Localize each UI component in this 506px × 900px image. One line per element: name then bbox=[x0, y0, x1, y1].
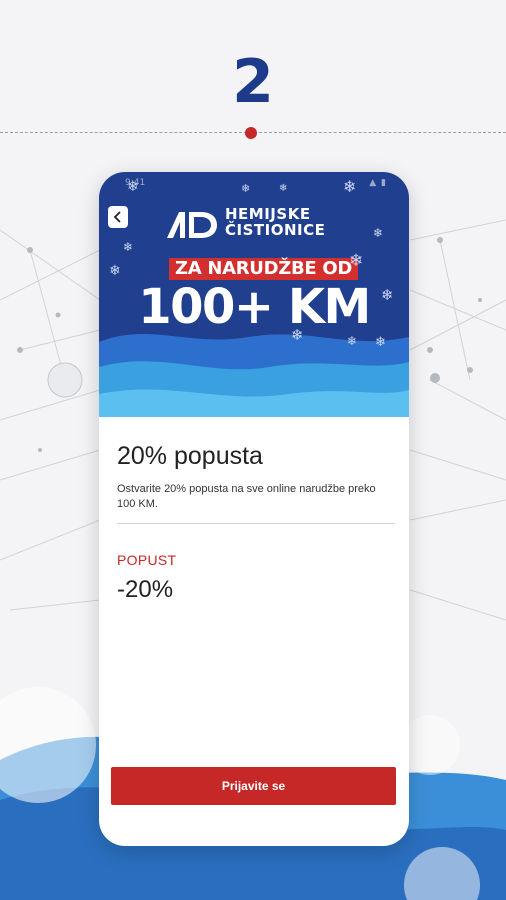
login-button[interactable]: Prijavite se bbox=[111, 767, 396, 805]
snowflake-icon: ❄ bbox=[291, 326, 304, 344]
snowflake-icon: ❄ bbox=[343, 177, 357, 196]
snowflake-icon: ❄ bbox=[381, 286, 394, 304]
company-logo: HEMIJSKE ČISTIONICE bbox=[165, 206, 345, 242]
chevron-left-icon bbox=[113, 211, 121, 223]
logo-line-1: HEMIJSKE bbox=[225, 205, 311, 223]
discount-label: POPUST bbox=[117, 552, 177, 568]
promo-banner: 9:41 ▲ ▮ HEMIJSKE ČISTIONICE ZA NARUDŽBE… bbox=[99, 172, 409, 417]
logo-line-2: ČISTIONICE bbox=[225, 221, 326, 239]
logo-mark-icon bbox=[167, 212, 217, 238]
snowflake-icon: ❄ bbox=[347, 334, 358, 348]
offer-title: 20% popusta bbox=[117, 442, 263, 470]
snowflake-icon: ❄ bbox=[241, 182, 251, 195]
content-divider bbox=[117, 523, 395, 524]
discount-value: -20% bbox=[117, 576, 174, 603]
back-button[interactable] bbox=[108, 206, 128, 228]
snowflake-icon: ❄ bbox=[349, 251, 364, 271]
step-number: 2 bbox=[232, 47, 274, 117]
snowflake-icon: ❄ bbox=[127, 179, 139, 195]
offer-description: Ostvarite 20% popusta na sve online naru… bbox=[117, 483, 376, 510]
snowflake-icon: ❄ bbox=[375, 335, 386, 350]
phone-mockup: 9:41 ▲ ▮ HEMIJSKE ČISTIONICE ZA NARUDŽBE… bbox=[99, 172, 409, 846]
promo-headline-2: 100+ KM bbox=[138, 279, 371, 335]
snowflake-icon: ❄ bbox=[279, 183, 288, 194]
divider-marker-dot bbox=[245, 127, 257, 139]
status-icons: ▲ ▮ bbox=[369, 178, 387, 188]
snowflake-icon: ❄ bbox=[373, 226, 384, 240]
snowflake-icon: ❄ bbox=[109, 263, 121, 279]
snowflake-icon: ❄ bbox=[123, 240, 134, 254]
